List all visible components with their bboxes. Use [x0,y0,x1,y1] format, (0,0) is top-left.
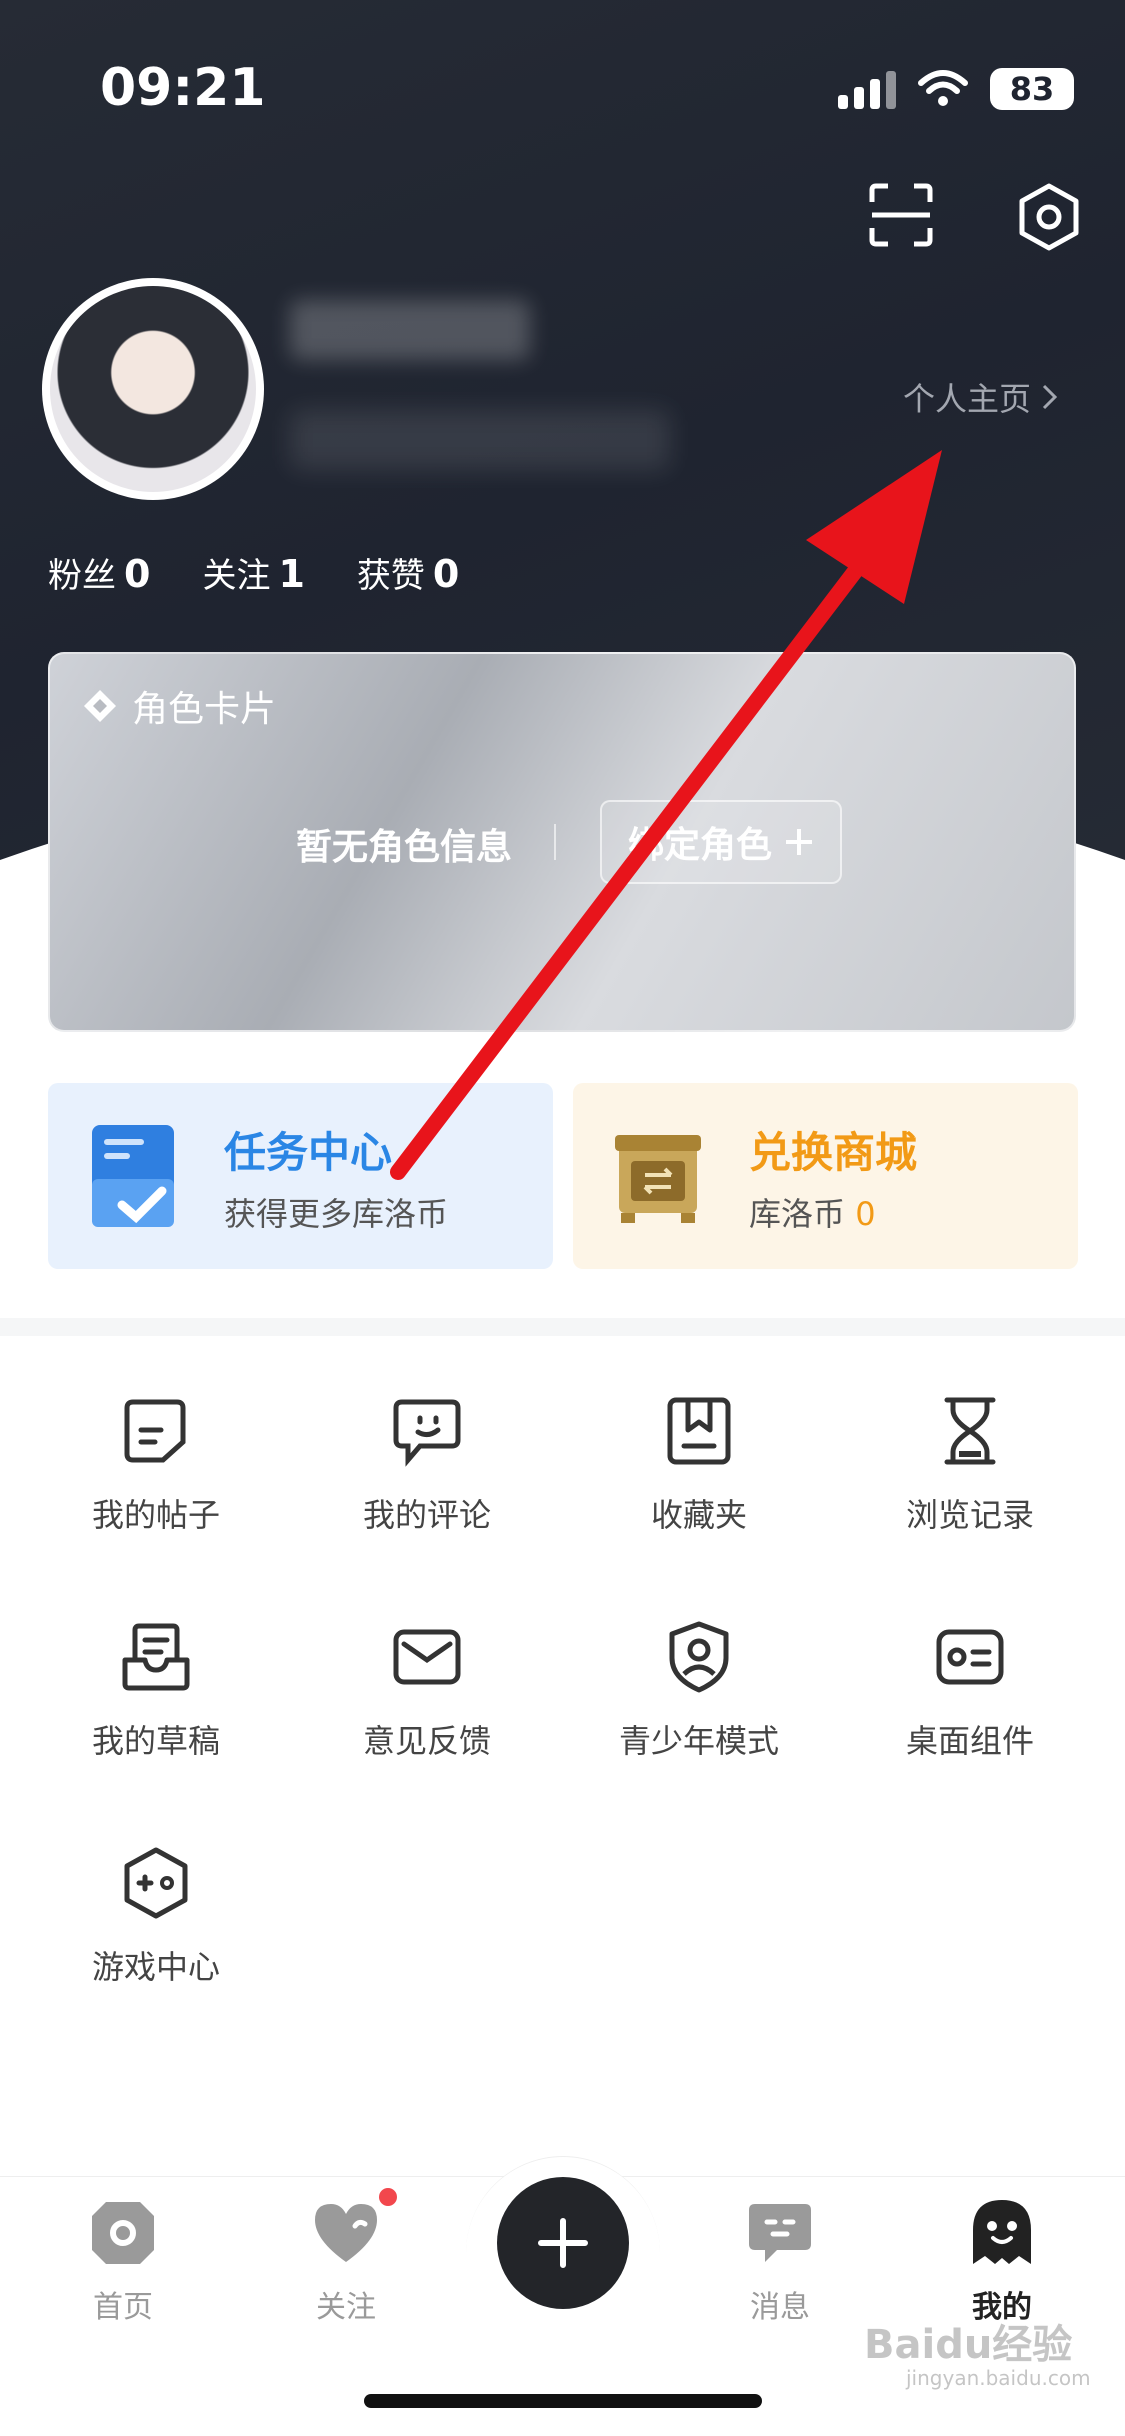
camera-home-icon [92,2202,154,2264]
watermark-logo: Baidu经验 [864,2322,1073,2368]
mail-icon [393,1629,461,1685]
role-card: 角色卡片 暂无角色信息 绑定角色 [48,652,1076,1032]
settings-gear-icon[interactable] [1014,182,1084,252]
exchange-shop-coins: 库洛币 0 [749,1189,876,1235]
task-center-card[interactable]: 任务中心 获得更多库洛币 [48,1083,553,1269]
profile-stats: 粉丝 0 关注 1 获赞 0 [48,548,459,597]
plus-icon [538,2218,588,2268]
tab-label: 消息 [750,2290,810,2325]
menu-item-widgets[interactable]: 桌面组件 [860,1620,1080,1780]
wifi-icon [918,70,968,106]
menu-item-label: 桌面组件 [905,1722,1034,1760]
username-redacted [290,300,530,360]
tab-following[interactable]: 关注 [276,2196,416,2326]
menu-item-game-center[interactable]: 游戏中心 [46,1846,266,2006]
create-post-button[interactable] [497,2177,629,2309]
drafts-icon [122,1623,190,1691]
tab-home[interactable]: 首页 [53,2196,193,2326]
battery-indicator: 83 [990,68,1074,110]
stat-likes[interactable]: 获赞 0 [357,548,459,597]
task-center-subtitle: 获得更多库洛币 [224,1195,449,1233]
menu-item-label: 我的帖子 [91,1496,220,1534]
task-center-title: 任务中心 [224,1128,393,1177]
menu-item-my-posts[interactable]: 我的帖子 [46,1394,266,1554]
menu-item-feedback[interactable]: 意见反馈 [317,1620,537,1780]
home-indicator [364,2394,762,2408]
shield-person-icon [669,1621,729,1693]
watermark-url: jingyan.baidu.com [906,2366,1091,2390]
personal-homepage-label: 个人主页 [903,380,1032,418]
role-card-header: 角色卡片 [82,680,276,732]
menu-item-history[interactable]: 浏览记录 [860,1394,1080,1554]
mascot-icon [973,2200,1031,2264]
bookmark-icon [667,1397,731,1465]
bind-role-label: 绑定角色 [628,825,773,866]
menu-item-label: 意见反馈 [362,1722,491,1760]
notification-dot [379,2188,397,2206]
post-icon [124,1399,186,1463]
exchange-shop-card[interactable]: 兑换商城 库洛币 0 [573,1083,1078,1269]
menu-item-teen-mode[interactable]: 青少年模式 [589,1620,809,1780]
bind-role-button[interactable]: 绑定角色 [600,800,843,884]
comment-icon [393,1399,461,1467]
coin-label: 库洛币 [749,1195,846,1233]
avatar-image [50,286,256,492]
stat-following[interactable]: 关注 1 [202,548,304,597]
task-ticket-icon [92,1125,174,1227]
menu-item-drafts[interactable]: 我的草稿 [46,1620,266,1780]
menu-item-my-comments[interactable]: 我的评论 [317,1394,537,1554]
menu-item-label: 游戏中心 [91,1948,220,1986]
tab-label: 关注 [316,2290,376,2325]
menu-item-favorites[interactable]: 收藏夹 [589,1394,809,1554]
status-icons: 83 [838,66,1074,112]
heart-icon [315,2204,377,2262]
menu-item-label: 收藏夹 [650,1496,747,1534]
divider [554,824,556,860]
role-card-empty-text: 暂无角色信息 [296,827,513,868]
stat-value: 0 [432,552,460,596]
user-info-redacted [290,410,670,470]
section-divider [0,1318,1125,1336]
tab-messages[interactable]: 消息 [710,2196,850,2326]
coin-value: 0 [855,1195,876,1233]
stat-value: 0 [124,552,151,596]
stat-followers[interactable]: 粉丝 0 [48,548,150,597]
menu-item-label: 我的草稿 [91,1722,220,1760]
widget-card-icon [936,1629,1004,1685]
hourglass-icon [944,1397,996,1465]
chevron-right-icon [1042,384,1058,410]
cellular-signal-icon [838,69,896,109]
message-icon [749,2204,811,2262]
status-time: 09:21 [100,58,266,118]
gamepad-icon [124,1847,188,1919]
scan-icon[interactable] [868,182,934,248]
personal-homepage-link[interactable]: 个人主页 [903,374,1059,420]
diamond-icon [84,690,116,722]
avatar[interactable] [42,278,264,500]
menu-item-label: 浏览记录 [905,1496,1034,1534]
tab-mine[interactable]: 我的 [932,2196,1072,2326]
stat-label: 关注 [202,556,271,596]
plus-icon [786,829,813,855]
tab-label: 首页 [93,2290,153,2325]
stat-value: 1 [278,552,305,596]
menu-item-label: 青少年模式 [618,1722,779,1760]
stat-label: 粉丝 [48,556,116,596]
role-card-title: 角色卡片 [132,689,277,730]
treasure-chest-icon [615,1135,701,1223]
menu-item-label: 我的评论 [362,1496,491,1534]
exchange-shop-title: 兑换商城 [749,1128,918,1177]
stat-label: 获赞 [356,556,425,596]
